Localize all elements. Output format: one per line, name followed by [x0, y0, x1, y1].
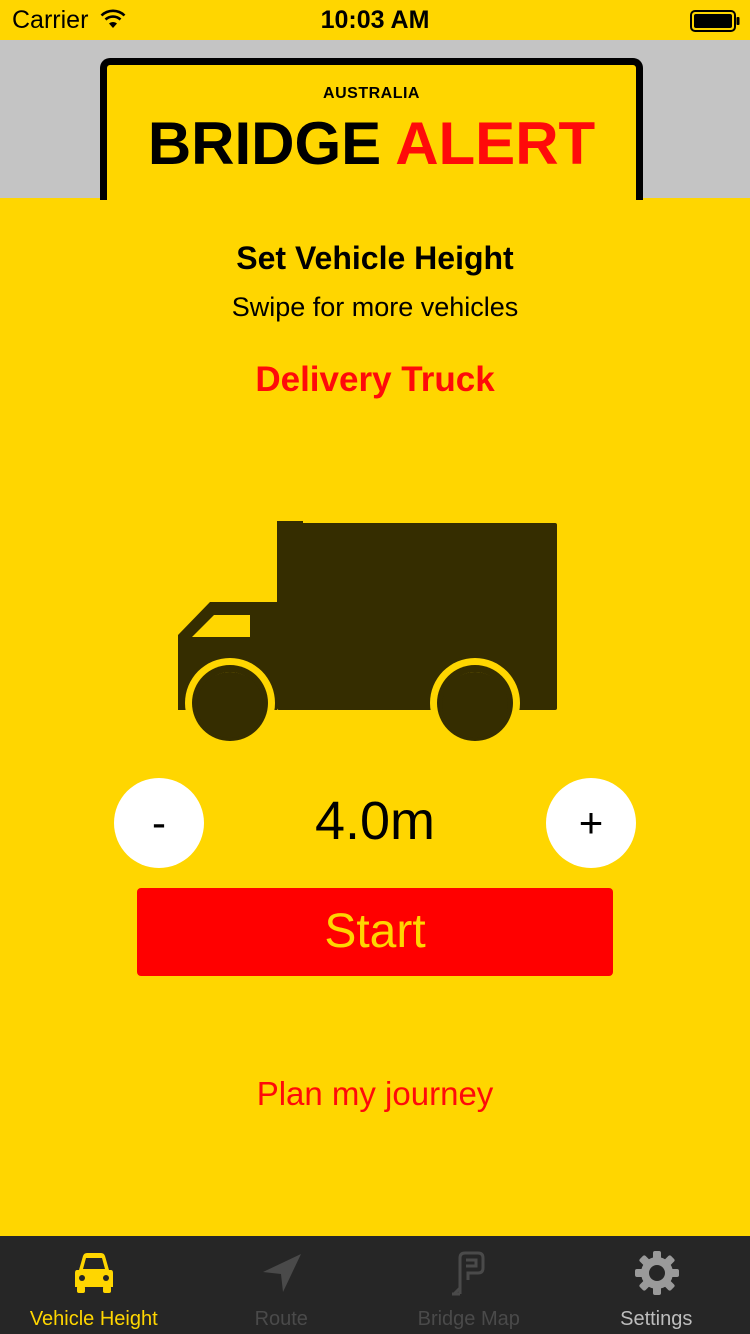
- tab-label: Settings: [620, 1308, 693, 1330]
- logo-word-alert: ALERT: [395, 110, 596, 177]
- logo-country: AUSTRALIA: [323, 85, 420, 102]
- height-stepper: - 4.0m +: [0, 778, 750, 868]
- page-title: Set Vehicle Height: [236, 240, 514, 276]
- height-value: 4.0m: [314, 791, 436, 851]
- tab-bar: Vehicle Height Route Bridge Map Settings: [0, 1236, 750, 1334]
- tab-bridge-map[interactable]: Bridge Map: [375, 1236, 563, 1334]
- tab-vehicle-height[interactable]: Vehicle Height: [0, 1236, 188, 1334]
- logo-word-bridge: BRIDGE: [147, 110, 382, 177]
- battery-icon: [690, 10, 740, 32]
- logo-title: BRIDGE ALERT: [107, 109, 636, 179]
- car-icon: [75, 1253, 113, 1293]
- navigation-arrow-icon: [262, 1254, 301, 1292]
- tab-label: Vehicle Height: [29, 1308, 158, 1330]
- tab-route[interactable]: Route: [188, 1236, 376, 1334]
- tab-settings[interactable]: Settings: [563, 1236, 750, 1334]
- bridge-alert-logo: AUSTRALIA BRIDGE ALERT: [100, 58, 643, 200]
- gear-icon: [634, 1251, 679, 1295]
- increase-height-button[interactable]: +: [546, 778, 636, 868]
- vehicle-name: Delivery Truck: [255, 360, 495, 399]
- page-subtitle: Swipe for more vehicles: [231, 292, 519, 322]
- plan-journey-link[interactable]: Plan my journey: [0, 1075, 750, 1113]
- bridge-map-icon: [452, 1251, 485, 1296]
- start-button[interactable]: Start: [137, 888, 613, 976]
- tab-label: Route: [254, 1308, 308, 1330]
- status-bar: Carrier 10:03 AM: [0, 0, 750, 40]
- delivery-truck-icon[interactable]: [170, 515, 570, 750]
- tab-label: Bridge Map: [417, 1308, 520, 1330]
- status-time: 10:03 AM: [320, 6, 430, 34]
